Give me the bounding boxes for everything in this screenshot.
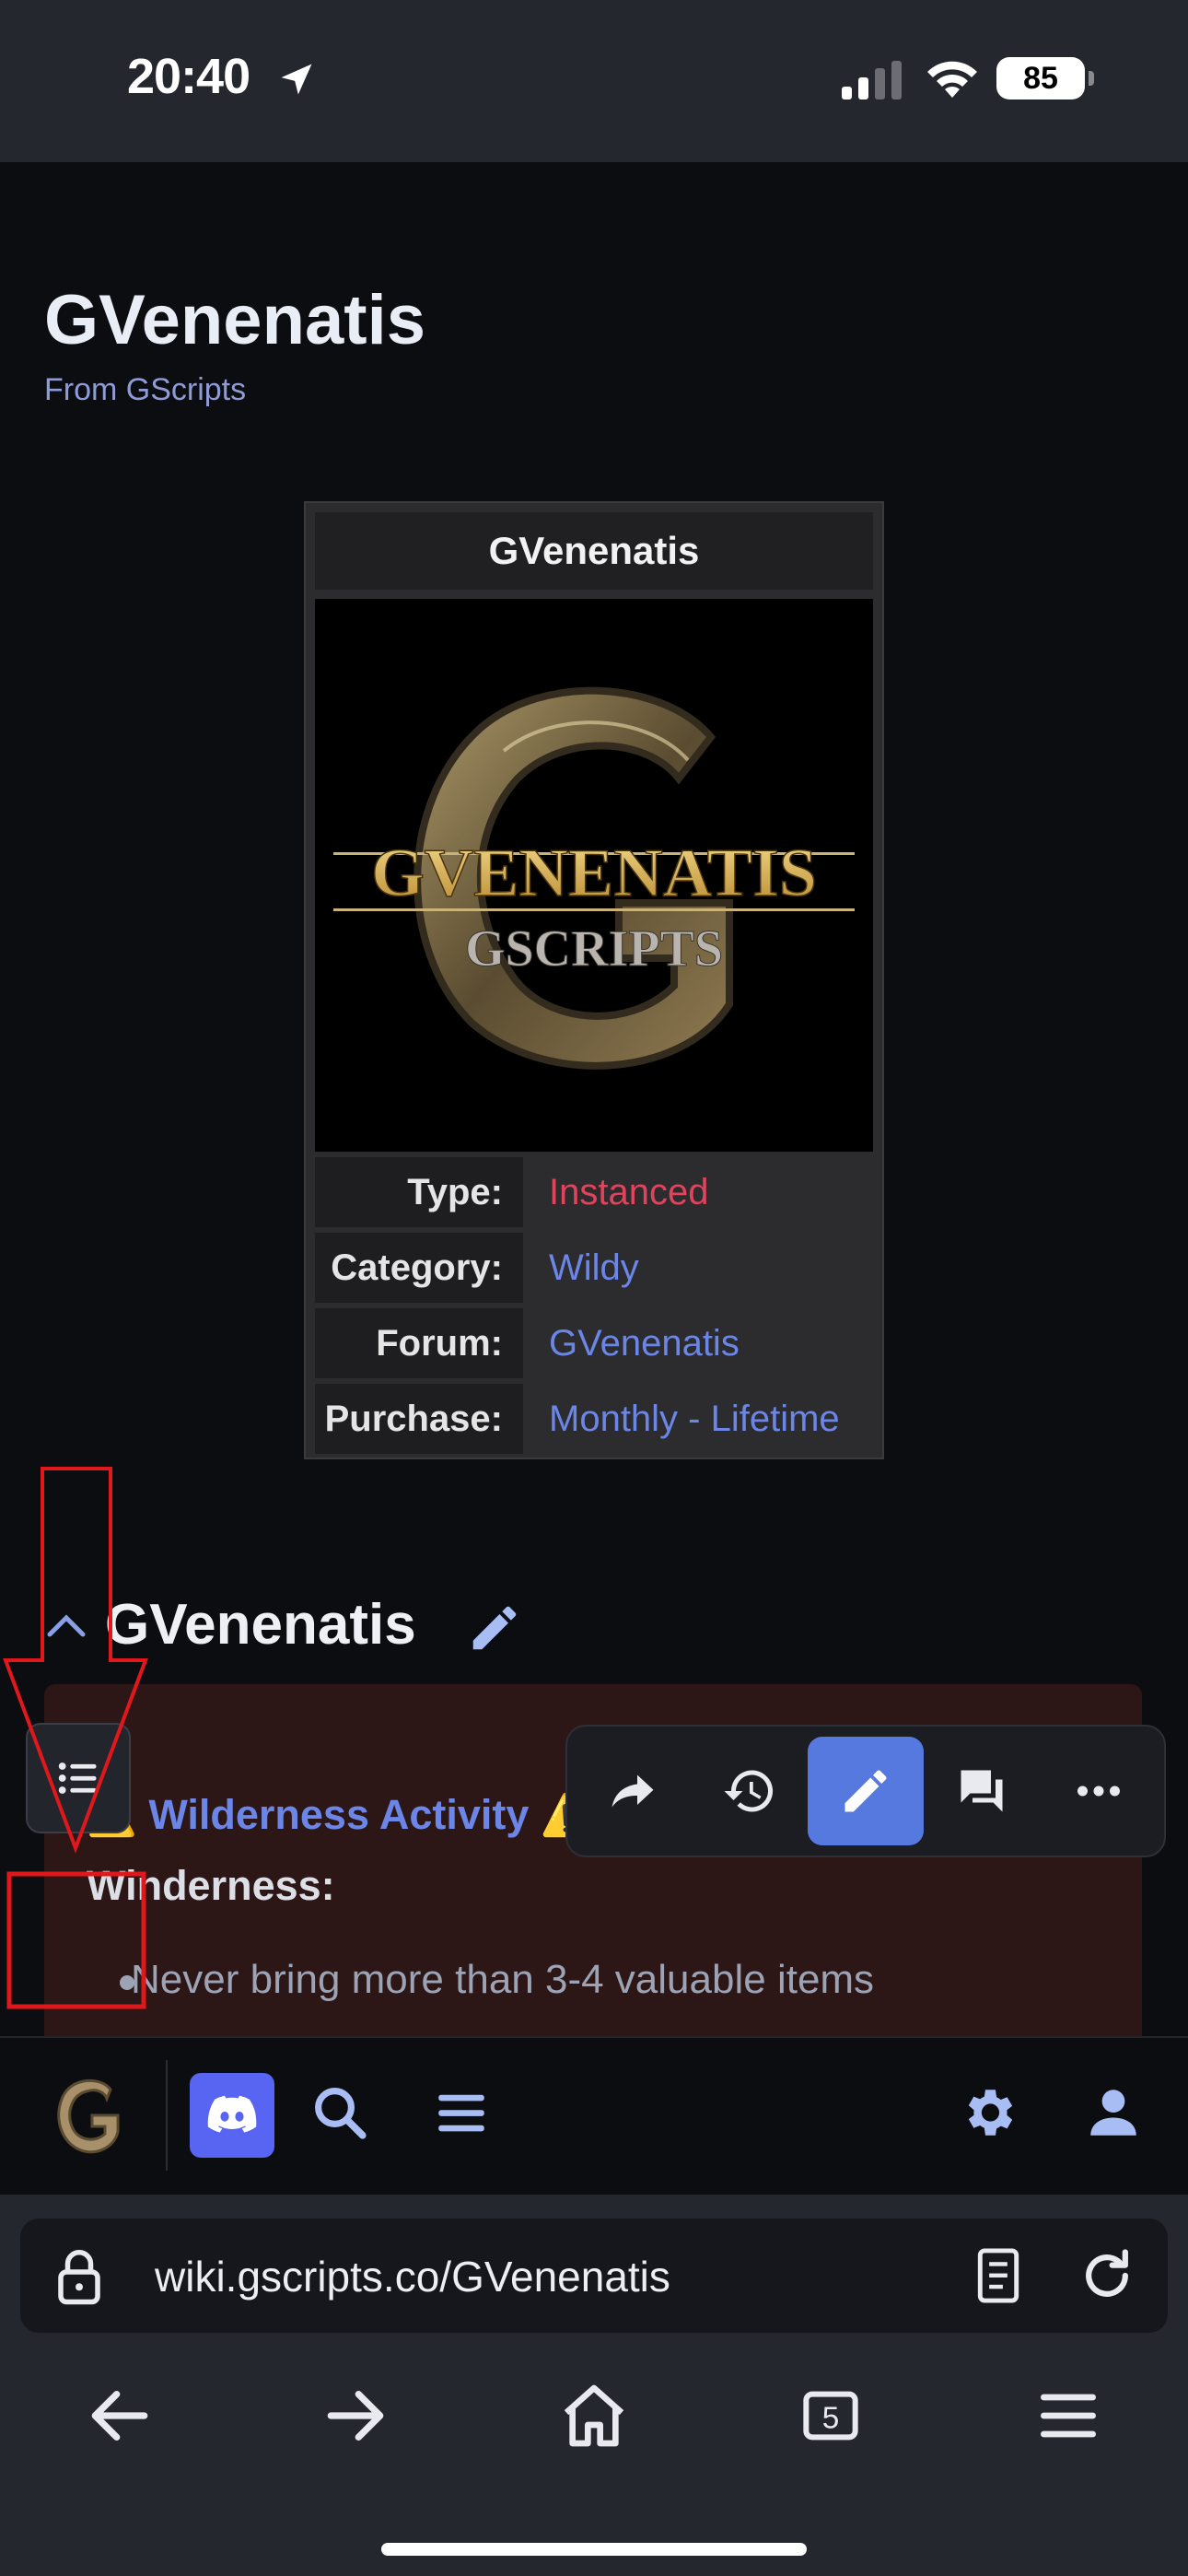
- address-bar[interactable]: wiki.gscripts.co/GVenenatis: [20, 2219, 1168, 2333]
- list-icon: [58, 1762, 97, 1794]
- share-icon: [611, 1774, 654, 1808]
- cellular-signal-icon: [842, 61, 902, 100]
- infobox-key: Purchase:: [315, 1384, 523, 1454]
- site-navigation-bar: [0, 2036, 1188, 2193]
- infobox-link-purchase[interactable]: Monthly - Lifetime: [523, 1384, 873, 1454]
- nav-separator: [166, 2060, 168, 2171]
- tab-count: 5: [822, 2401, 840, 2435]
- home-indicator[interactable]: [381, 2543, 807, 2556]
- site-logo[interactable]: [50, 2071, 127, 2158]
- tabs-icon: 5: [803, 2391, 858, 2441]
- home-icon[interactable]: [557, 2379, 631, 2453]
- infobox-logo-image[interactable]: GVENENATIS GSCRIPTS: [315, 599, 873, 1152]
- browser-menu-icon[interactable]: [1031, 2379, 1105, 2453]
- settings-icon[interactable]: [958, 2082, 1019, 2143]
- section-heading: GVenenatis: [105, 1593, 416, 1657]
- infobox-row-purchase: Purchase: Monthly - Lifetime: [315, 1384, 873, 1454]
- gscripts-logo: GVENENATIS GSCRIPTS: [333, 686, 855, 1070]
- collapse-chevron-icon[interactable]: [44, 1607, 88, 1644]
- lock-icon: [58, 2250, 100, 2305]
- url-text[interactable]: wiki.gscripts.co/GVenenatis: [155, 2252, 670, 2301]
- talk-icon: [961, 1770, 1003, 1812]
- search-icon[interactable]: [309, 2082, 370, 2143]
- page-title: GVenenatis: [44, 281, 425, 359]
- battery-icon: 85: [996, 57, 1094, 100]
- infobox-row-forum: Forum: GVenenatis: [315, 1308, 873, 1378]
- reader-mode-icon[interactable]: [971, 2246, 1026, 2305]
- infobox-value-type: Instanced: [549, 1171, 709, 1212]
- more-button[interactable]: [1041, 1737, 1157, 1845]
- location-arrow-icon: [281, 64, 312, 95]
- infobox-key: Type:: [315, 1157, 523, 1227]
- status-time: 20:40: [127, 49, 250, 104]
- infobox: GVenenatis GVENENATIS GSCRIPTS Type: Ins…: [304, 501, 884, 1459]
- share-button[interactable]: [575, 1737, 691, 1845]
- menu-icon[interactable]: [431, 2082, 492, 2143]
- discord-button[interactable]: [190, 2073, 274, 2158]
- browser-chrome: wiki.gscripts.co/GVenenatis 5: [0, 2195, 1188, 2576]
- wifi-icon: [927, 61, 977, 98]
- forward-arrow-icon[interactable]: [319, 2379, 392, 2453]
- reload-icon[interactable]: [1076, 2244, 1138, 2307]
- infobox-key: Forum:: [315, 1308, 523, 1378]
- wilderness-activity-link[interactable]: Wilderness Activity: [148, 1791, 529, 1838]
- discord-icon: [207, 2095, 257, 2133]
- edit-section-icon[interactable]: [466, 1599, 523, 1657]
- battery-level: 85: [1023, 60, 1058, 96]
- history-icon: [724, 1770, 773, 1812]
- talk-button[interactable]: [924, 1737, 1040, 1845]
- more-icon: [1077, 1786, 1120, 1797]
- back-arrow-icon[interactable]: [83, 2379, 157, 2453]
- table-of-contents-button[interactable]: [26, 1723, 131, 1833]
- status-bar: 20:40 85: [0, 0, 1188, 162]
- page-subtitle: From GScripts: [44, 372, 247, 407]
- logo-subtext: GSCRIPTS: [465, 920, 723, 978]
- page-action-toolbar: [565, 1725, 1166, 1857]
- history-button[interactable]: [691, 1737, 807, 1845]
- warning-list-item: Never bring more than 3-4 valuable items: [131, 1957, 875, 2002]
- logo-text: GVENENATIS: [371, 836, 817, 911]
- tabs-button[interactable]: 5: [794, 2379, 868, 2453]
- edit-icon: [844, 1770, 887, 1812]
- infobox-link-category[interactable]: Wildy: [523, 1233, 873, 1303]
- infobox-link-forum[interactable]: GVenenatis: [523, 1308, 873, 1378]
- infobox-row-type: Type: Instanced: [315, 1157, 873, 1227]
- infobox-row-category: Category: Wildy: [315, 1233, 873, 1303]
- user-icon[interactable]: [1083, 2082, 1144, 2143]
- infobox-key: Category:: [315, 1233, 523, 1303]
- edit-button[interactable]: [807, 1737, 925, 1845]
- infobox-title: GVenenatis: [315, 512, 873, 590]
